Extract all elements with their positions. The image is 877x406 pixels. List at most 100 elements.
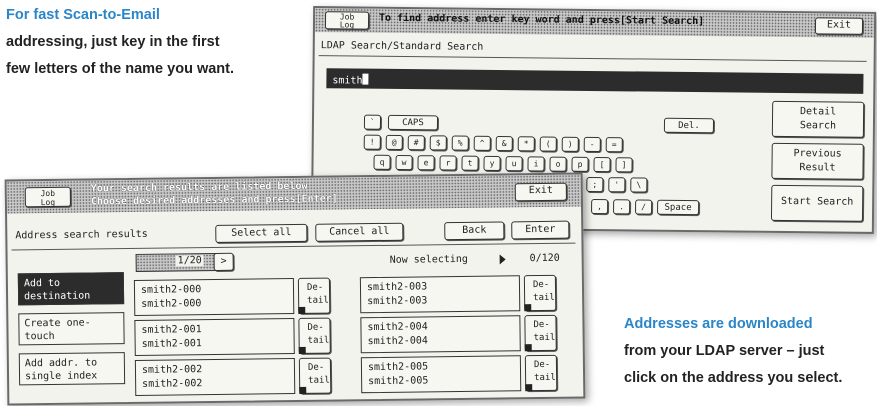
start-search-button[interactable]: Start Search <box>770 184 864 222</box>
next-page-button[interactable]: > <box>213 252 234 271</box>
detail-label-1: De- <box>306 282 324 293</box>
detail-label-2: tail <box>533 332 556 344</box>
key-i[interactable]: i <box>527 156 545 172</box>
key-ampersand[interactable]: & <box>495 135 513 152</box>
caps-key[interactable]: CAPS <box>387 114 439 131</box>
results-exit-button[interactable]: Exit <box>514 182 567 202</box>
key-y[interactable]: y <box>483 155 501 172</box>
key-u[interactable]: u <box>505 156 523 172</box>
search-input[interactable]: smith <box>326 68 864 94</box>
key-minus[interactable]: - <box>583 136 601 153</box>
caption-bottom: Addresses are downloaded from your LDAP … <box>624 311 842 392</box>
caption-top-line1: addressing, just key in the first <box>6 34 220 50</box>
detail-label-1: De- <box>533 359 551 371</box>
detail-button-smith2-003[interactable]: De- tail <box>523 274 557 312</box>
key-w[interactable]: w <box>395 154 413 171</box>
create-one-touch-label-2: touch <box>24 330 55 343</box>
key-comma[interactable]: , <box>591 198 609 215</box>
search-results-panel: Job Log Your search results are listed b… <box>4 172 586 406</box>
key-semicolon[interactable]: ; <box>586 176 604 193</box>
key-at[interactable]: @ <box>385 134 403 151</box>
create-one-touch-button[interactable]: Create one- touch <box>18 312 125 346</box>
search-input-value: smith <box>332 75 363 87</box>
results-job-log-button[interactable]: Job Log <box>24 186 71 208</box>
detail-label-1: De- <box>307 362 325 373</box>
cancel-all-button[interactable]: Cancel all <box>315 222 404 242</box>
entry-name: smith2-001 <box>141 324 202 336</box>
address-entry-smith2-005[interactable]: smith2-005 smith2-005 <box>360 355 522 394</box>
previous-result-label-1: Previous <box>793 148 842 160</box>
add-single-index-label-2: single index <box>24 370 98 383</box>
key-dollar[interactable]: $ <box>429 135 447 151</box>
add-to-destination-button[interactable]: Add to destination <box>17 272 125 306</box>
detail-label-2: tail <box>307 335 330 346</box>
caption-bottom-line1: from your LDAP server – just <box>624 343 825 359</box>
key-backslash[interactable]: \ <box>630 177 648 193</box>
key-caret[interactable]: ^ <box>473 135 491 151</box>
key-hash[interactable]: # <box>407 135 425 151</box>
play-arrow-icon <box>499 254 506 265</box>
key-quote[interactable]: ' <box>608 177 626 193</box>
results-job-log-label-2: Log <box>40 197 56 208</box>
previous-result-button[interactable]: Previous Result <box>771 142 864 180</box>
key-backtick[interactable]: ` <box>363 114 382 130</box>
detail-button-smith2-002[interactable]: De- tail <box>298 357 332 394</box>
job-log-button[interactable]: Job Log <box>324 11 370 30</box>
back-button[interactable]: Back <box>444 221 505 241</box>
page-indicator: 1/20 <box>175 255 204 267</box>
key-lbracket[interactable]: [ <box>593 157 611 173</box>
caption-bottom-heading: Addresses are downloaded <box>624 316 813 332</box>
add-single-index-label-1: Add addr. to <box>24 357 98 370</box>
detail-search-button[interactable]: Detail Search <box>771 100 865 138</box>
search-mode-title: LDAP Search/Standard Search <box>320 40 484 53</box>
key-q[interactable]: q <box>373 154 391 170</box>
caption-bottom-line2: click on the address you select. <box>624 370 843 386</box>
entry-address: smith2-003 <box>367 295 428 308</box>
search-exit-button[interactable]: Exit <box>814 17 864 35</box>
key-slash[interactable]: / <box>635 199 653 215</box>
now-selecting-label: Now selecting <box>389 253 468 266</box>
key-rbracket[interactable]: ] <box>615 157 633 173</box>
entry-name: smith2-003 <box>366 281 428 294</box>
key-o[interactable]: o <box>549 156 567 172</box>
entry-address: smith2-002 <box>142 378 203 390</box>
key-t[interactable]: t <box>461 155 479 171</box>
previous-result-label-2: Result <box>799 162 836 174</box>
key-period[interactable]: . <box>613 199 631 215</box>
detail-label-2: tail <box>534 372 556 384</box>
key-p[interactable]: p <box>571 156 589 172</box>
entry-address: smith2-005 <box>368 375 429 388</box>
detail-label-1: De- <box>307 322 324 333</box>
search-title-divider <box>318 55 867 62</box>
key-r[interactable]: r <box>439 155 457 171</box>
detail-button-smith2-001[interactable]: De- tail <box>298 317 331 354</box>
space-key[interactable]: Space <box>657 199 700 216</box>
now-selecting-count: 0/120 <box>529 252 560 265</box>
detail-button-smith2-004[interactable]: De- tail <box>524 314 557 352</box>
add-single-index-button[interactable]: Add addr. to single index <box>18 352 126 386</box>
address-entry-smith2-000[interactable]: smith2-000 smith2-000 <box>133 278 295 316</box>
address-entry-smith2-002[interactable]: smith2-002 smith2-002 <box>134 358 296 396</box>
add-to-destination-label-1: Add to <box>23 277 61 290</box>
key-e[interactable]: e <box>417 155 435 171</box>
address-entry-smith2-001[interactable]: smith2-001 smith2-001 <box>134 318 295 356</box>
enter-button[interactable]: Enter <box>511 220 570 240</box>
delete-key[interactable]: Del. <box>663 117 715 134</box>
key-asterisk[interactable]: * <box>517 136 535 152</box>
create-one-touch-label-1: Create one- <box>24 317 91 330</box>
detail-button-smith2-000[interactable]: De- tail <box>297 277 331 314</box>
select-all-button[interactable]: Select all <box>215 223 308 243</box>
detail-label-2: tail <box>533 292 555 304</box>
add-to-destination-label-2: destination <box>24 290 91 303</box>
key-rparen[interactable]: ) <box>561 136 579 152</box>
key-equals[interactable]: = <box>605 137 623 153</box>
address-entry-smith2-003[interactable]: smith2-003 smith2-003 <box>359 275 521 314</box>
detail-button-smith2-005[interactable]: De- tail <box>524 354 558 392</box>
key-lparen[interactable]: ( <box>539 136 557 152</box>
entry-name: smith2-000 <box>140 284 202 296</box>
address-entry-smith2-004[interactable]: smith2-004 smith2-004 <box>360 315 521 354</box>
detail-search-label-2: Search <box>799 120 837 132</box>
key-percent[interactable]: % <box>451 135 469 151</box>
key-exclaim[interactable]: ! <box>363 134 381 150</box>
entry-address: smith2-001 <box>141 338 202 350</box>
